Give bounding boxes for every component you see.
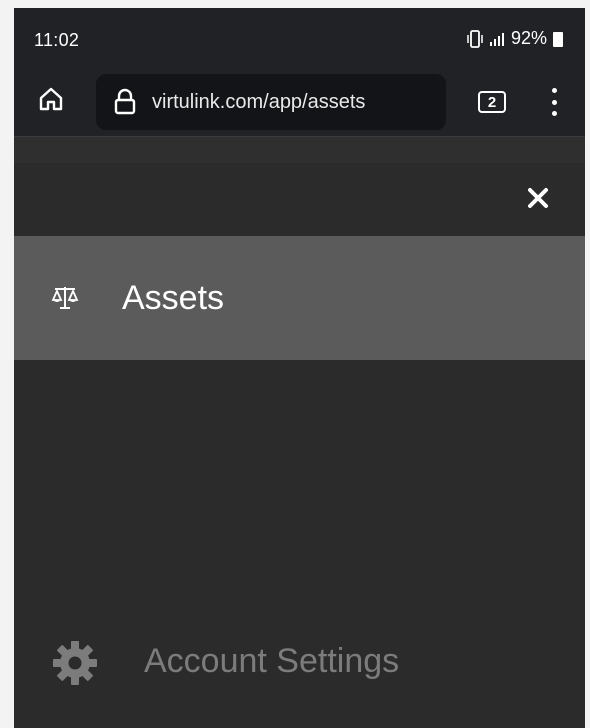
tabs-button[interactable]: 2: [478, 91, 506, 113]
browser-toolbar: virtulink.com/app/assets 2: [14, 68, 585, 137]
scale-icon: [50, 284, 80, 312]
tab-count: 2: [487, 93, 497, 111]
home-icon: [37, 85, 65, 118]
home-button[interactable]: [34, 84, 68, 118]
more-vert-icon-dot: [551, 99, 557, 105]
phone-screen: 11:02 92% virtulink.com/app/assets 2 Ass…: [14, 8, 585, 728]
vibrate-icon: [467, 29, 483, 49]
battery-percent: 92%: [510, 28, 547, 48]
status-bar: 11:02 92%: [14, 8, 585, 68]
more-vert-icon-dot: [551, 88, 557, 93]
nav-item-assets[interactable]: Assets: [14, 236, 585, 360]
close-icon: [527, 187, 549, 214]
drawer-header-shadow: [14, 137, 585, 163]
drawer-header: [14, 163, 585, 235]
gear-icon: [52, 640, 98, 686]
battery-icon: [553, 32, 563, 47]
close-drawer-button[interactable]: [525, 187, 551, 213]
lock-icon: [112, 88, 138, 116]
nav-item-account-settings[interactable]: Account Settings: [14, 626, 585, 696]
signal-icon: [489, 31, 505, 47]
address-bar[interactable]: virtulink.com/app/assets: [96, 74, 446, 130]
nav-item-label: Assets: [122, 279, 225, 317]
status-time: 11:02: [34, 30, 80, 50]
status-icons: 92%: [467, 28, 563, 49]
nav-item-label: Account Settings: [144, 642, 400, 680]
more-menu-button[interactable]: [544, 85, 564, 119]
more-vert-icon-dot: [551, 111, 557, 116]
url-text: virtulink.com/app/assets: [152, 90, 366, 113]
